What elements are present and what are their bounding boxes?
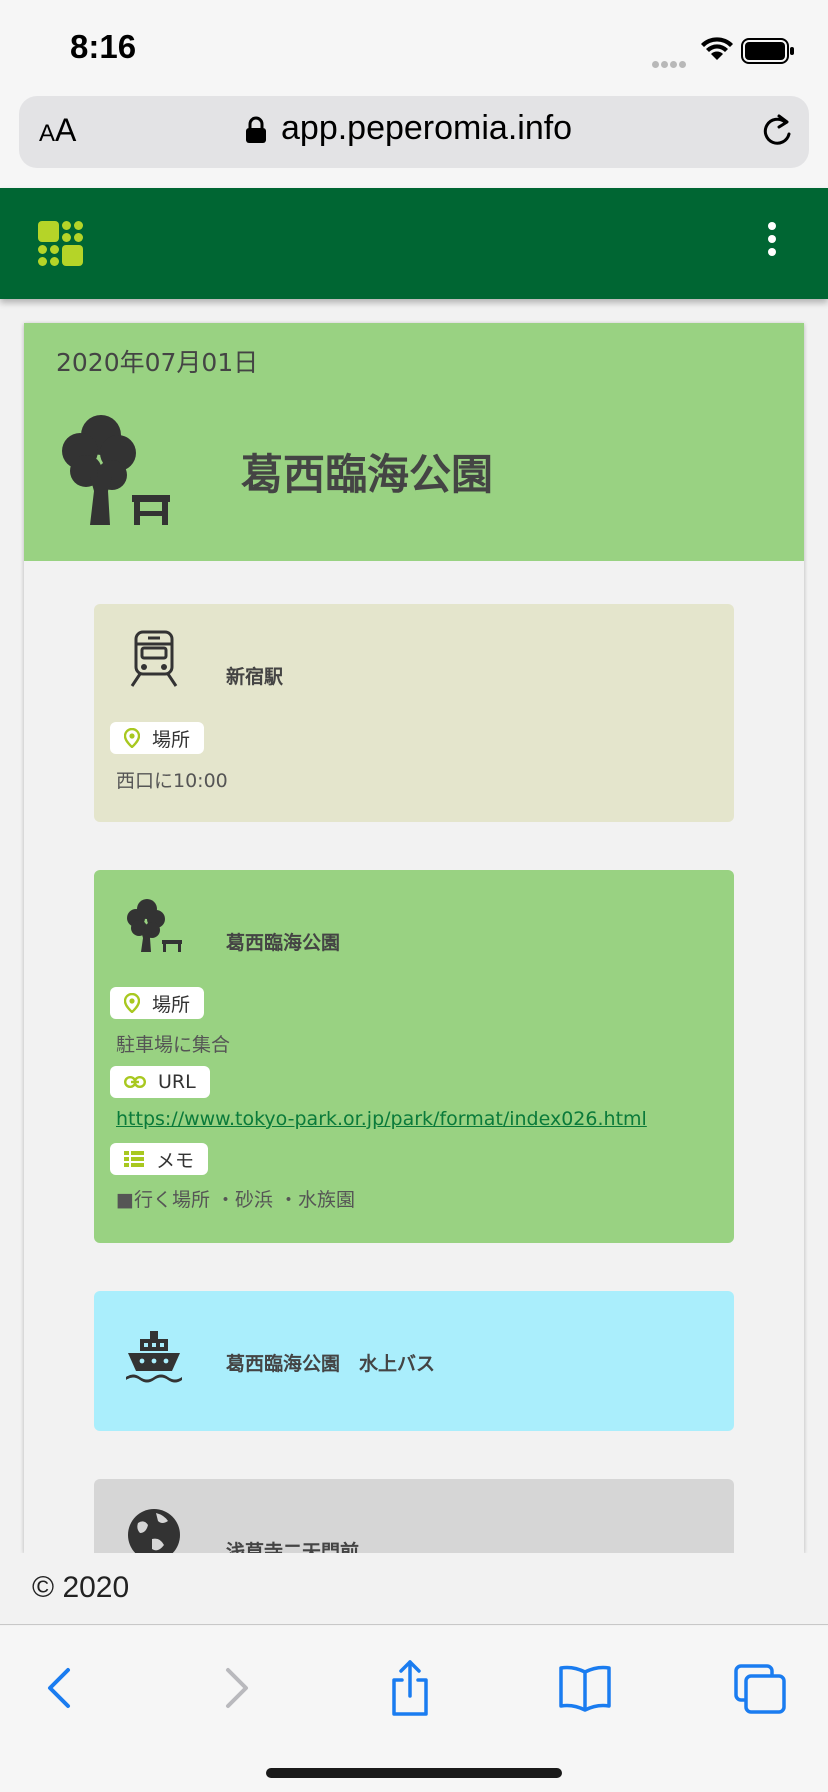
event-card-boat[interactable]: 葛西臨海公園 水上バス [94,1291,734,1431]
aa-small-label: A [39,120,56,147]
memo-text: ■行く場所 ・砂浜 ・水族園 [116,1189,356,1211]
app-header [0,188,828,299]
event-card-globe[interactable]: 浅草寺二天門前 [94,1479,734,1553]
location-tag: 場所 [110,987,205,1019]
plan-header: 2020年07月01日 葛西臨海公園 [24,323,804,561]
browser-address-area: AA app.peperomia.info [0,92,828,188]
address-bar[interactable]: AA app.peperomia.info [19,96,809,168]
url-text[interactable]: app.peperomia.info [281,109,572,148]
plan-card: 2020年07月01日 葛西臨海公園 新宿駅 場所 西口に10:00 葛西臨海公… [24,323,804,1553]
memo-tag: メモ [110,1143,209,1175]
page-footer: © 2020 [0,1553,828,1625]
url-tag: URL [110,1066,210,1098]
lock-icon [246,116,266,143]
event-card-park[interactable]: 葛西臨海公園 場所 駐車場に集合 URL https://www.tokyo-p… [94,870,734,1243]
event-title: 新宿駅 [226,666,284,688]
list-icon [124,1151,144,1167]
share-icon[interactable] [380,1658,440,1718]
location-tag: 場所 [110,722,205,754]
location-pin-icon [124,993,140,1013]
plan-date: 2020年07月01日 [56,348,259,377]
copyright-text: © 2020 [32,1571,130,1604]
tabs-icon[interactable] [730,1658,790,1718]
aa-large-label: A [55,112,77,148]
event-title: 浅草寺二天門前 [226,1541,360,1553]
status-time: 8:16 [70,28,137,65]
park-icon [127,899,182,952]
event-title: 葛西臨海公園 [226,932,341,954]
globe-icon [128,1509,180,1553]
reader-settings-button[interactable]: AA [39,112,76,149]
tag-label: メモ [156,1149,195,1172]
home-indicator [266,1768,562,1778]
ship-icon [126,1331,182,1383]
bookmarks-icon[interactable] [555,1658,615,1718]
tag-label: URL [158,1071,196,1093]
cellular-signal-icon [652,53,692,68]
tag-label: 場所 [152,993,191,1016]
battery-icon [741,38,794,64]
train-icon [130,630,178,687]
back-icon[interactable] [30,1658,90,1718]
event-card-station[interactable]: 新宿駅 場所 西口に10:00 [94,604,734,822]
status-bar: 8:16 [0,0,828,92]
location-pin-icon [124,728,140,748]
tag-label: 場所 [152,728,191,751]
event-title: 葛西臨海公園 水上バス [226,1353,436,1375]
reload-icon[interactable] [759,112,797,150]
more-menu-icon[interactable] [762,222,782,262]
link-icon [124,1076,146,1088]
event-url-link[interactable]: https://www.tokyo-park.or.jp/park/format… [116,1108,647,1130]
plan-title: 葛西臨海公園 [241,450,494,499]
app-logo-icon[interactable] [38,221,84,267]
place-text: 駐車場に集合 [116,1034,231,1056]
forward-icon[interactable] [206,1658,266,1718]
browser-toolbar [0,1626,828,1792]
place-text: 西口に10:00 [116,770,228,792]
wifi-icon [701,37,733,60]
park-icon [62,415,170,525]
